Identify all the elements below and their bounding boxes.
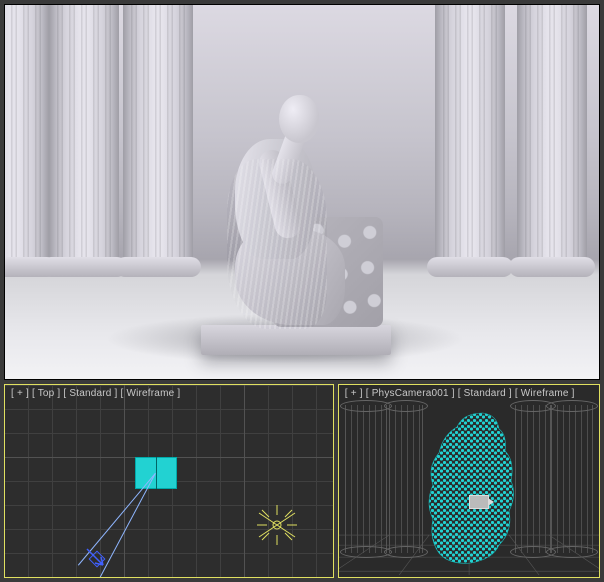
- viewport-row: [ + ] [ Top ] [ Standard ] [ Wireframe ]: [4, 384, 600, 578]
- light-icon: [255, 503, 299, 547]
- scene-column: [4, 5, 49, 267]
- camera-icon[interactable]: [469, 495, 489, 509]
- render-view[interactable]: [4, 4, 600, 380]
- wire-column[interactable]: [551, 405, 593, 553]
- wire-column[interactable]: [345, 405, 387, 553]
- app-root: [ + ] [ Top ] [ Standard ] [ Wireframe ]: [0, 0, 604, 582]
- omni-light-gizmo[interactable]: [255, 503, 299, 547]
- selected-statue-mesh[interactable]: [425, 407, 535, 567]
- arrow-icon: [83, 545, 107, 569]
- viewport-top[interactable]: [ + ] [ Top ] [ Standard ] [ Wireframe ]: [4, 384, 334, 578]
- scene-column: [49, 5, 119, 267]
- wire-column[interactable]: [389, 405, 423, 553]
- rendered-statue: [173, 55, 413, 355]
- viewport-camera[interactable]: [ + ] [ PhysCamera001 ] [ Standard ] [ W…: [338, 384, 600, 578]
- scene-column: [435, 5, 505, 267]
- scene-column: [517, 5, 587, 267]
